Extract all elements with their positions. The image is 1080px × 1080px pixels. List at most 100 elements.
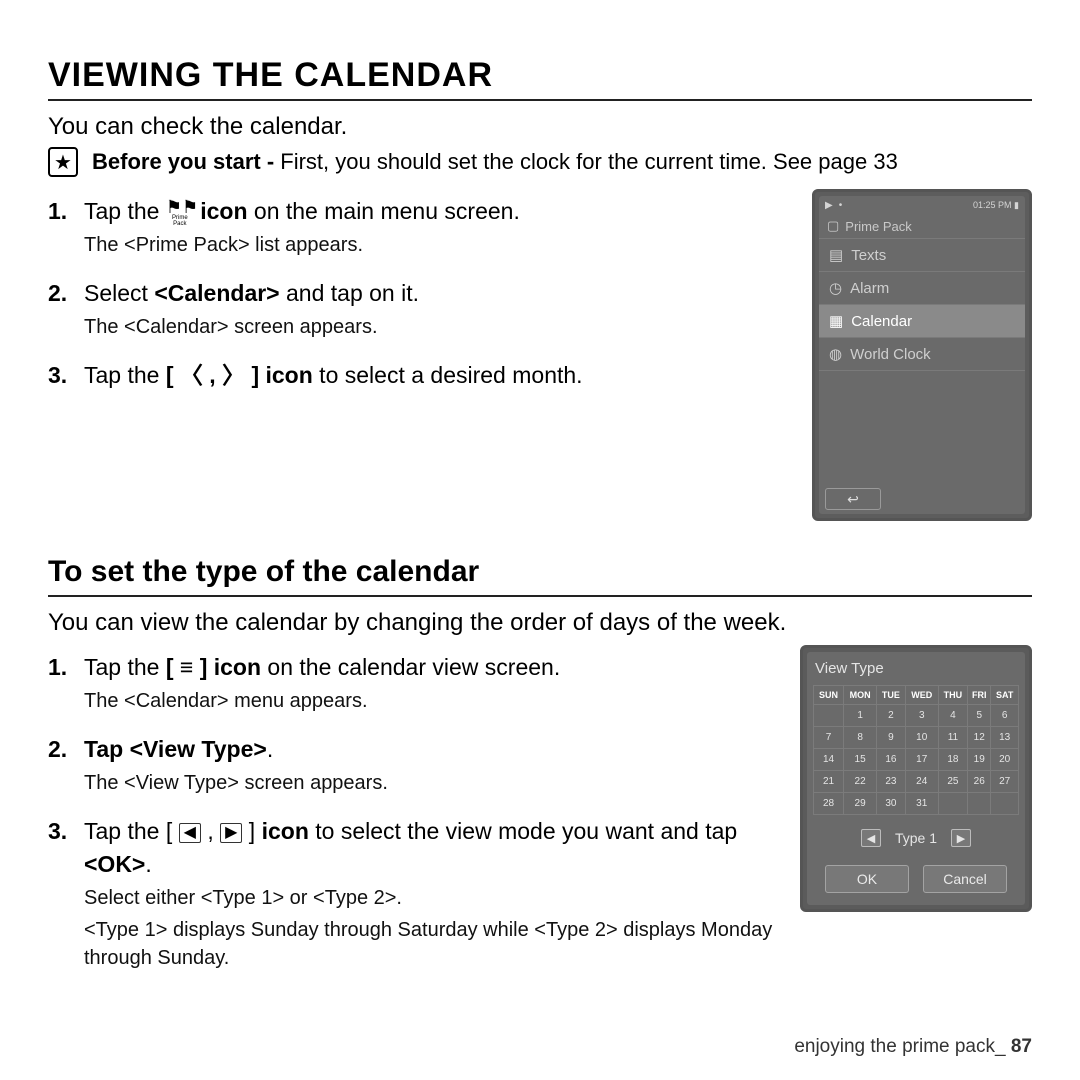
calendar-cell: 13: [991, 727, 1019, 749]
calendar-cell: 14: [814, 749, 844, 771]
status-bar: ▶• 01:25 PM ▮: [819, 196, 1025, 214]
s23-bracket-post: ]: [242, 818, 261, 844]
calendar-cell: 19: [968, 749, 991, 771]
before-you-start: Before you start - First, you should set…: [92, 147, 898, 177]
dow: THU: [938, 686, 967, 705]
list-item-texts[interactable]: ▤ Texts: [819, 239, 1025, 272]
calendar-cell: 31: [905, 793, 938, 815]
step2-text-b: and tap on it.: [280, 280, 419, 306]
step1-text-a: Tap the: [84, 198, 166, 224]
calendar-cell: [968, 793, 991, 815]
calendar-cell: 20: [991, 749, 1019, 771]
calendar-cell: 5: [968, 705, 991, 727]
type-prev-button[interactable]: ◀: [861, 829, 881, 847]
dow: SAT: [991, 686, 1019, 705]
prime-pack-icon: ⚑⚑ Prime Pack: [166, 199, 194, 227]
list-item-calendar[interactable]: ▦Calendar: [819, 305, 1025, 338]
back-icon: ↩: [847, 491, 859, 508]
dow: MON: [844, 686, 877, 705]
step-2: Select <Calendar> and tap on it. The <Ca…: [48, 277, 788, 341]
s23-f: .: [145, 851, 151, 877]
step1-sub: The <Prime Pack> list appears.: [84, 231, 788, 259]
intro2-text: You can view the calendar by changing th…: [48, 609, 1032, 637]
s23-ok: <OK>: [84, 851, 145, 877]
view-type-title: View Type: [813, 658, 1019, 685]
calendar-cell: 11: [938, 727, 967, 749]
calendar-cell: 23: [877, 771, 906, 793]
device-view-type: View Type SUN MON TUE WED THU FRI SAT 12…: [800, 645, 1032, 912]
calendar-cell: 17: [905, 749, 938, 771]
calendar-cell: [991, 793, 1019, 815]
page-title: VIEWING THE CALENDAR: [48, 56, 1032, 95]
item-label: Alarm: [850, 280, 889, 297]
s23-bracket-pre: [: [166, 818, 179, 844]
calendar-cell: 30: [877, 793, 906, 815]
calendar-grid: SUN MON TUE WED THU FRI SAT 123456789101…: [813, 685, 1019, 815]
divider: [48, 99, 1032, 101]
device-prime-pack: ▶• 01:25 PM ▮ ▢ Prime Pack ▤Texts ◷Alarm…: [812, 189, 1032, 521]
calendar-cell: 7: [814, 727, 844, 749]
s22-a: Tap: [84, 736, 130, 762]
calendar-cell: 10: [905, 727, 938, 749]
calendar-cell: 21: [814, 771, 844, 793]
calendar-cell: 18: [938, 749, 967, 771]
dow: TUE: [877, 686, 906, 705]
calendar-cell: 3: [905, 705, 938, 727]
calendar-cell: 26: [968, 771, 991, 793]
calendar-cell: 24: [905, 771, 938, 793]
steps-section-2: Tap the [ ≡ ] icon on the calendar view …: [48, 651, 776, 972]
type-label: Type 1: [895, 830, 937, 846]
step2-text-a: Select: [84, 280, 154, 306]
section-title: To set the type of the calendar: [48, 555, 1032, 589]
right-arrow-icon: ▶: [220, 823, 242, 843]
calendar-cell: 25: [938, 771, 967, 793]
s22-sub: The <View Type> screen appears.: [84, 769, 776, 797]
page-footer: enjoying the prime pack_ 87: [794, 1036, 1032, 1058]
s21-b: [ ≡ ] icon: [166, 654, 261, 680]
type-selector: ◀ Type 1 ▶: [813, 815, 1019, 859]
step2-sub: The <Calendar> screen appears.: [84, 313, 788, 341]
step3-text-a: Tap the: [84, 362, 166, 388]
calendar-cell: 27: [991, 771, 1019, 793]
list-item-world-clock[interactable]: ◍World Clock: [819, 338, 1025, 371]
before-lead: Before you start -: [92, 149, 274, 174]
step2-bold: <Calendar>: [154, 280, 279, 306]
chevron-right-icon: ▶: [957, 832, 965, 845]
calendar-cell: 2: [877, 705, 906, 727]
back-button[interactable]: ↩: [825, 488, 881, 510]
step3-bold: [ 〈 , 〉 ] icon: [166, 362, 313, 388]
calendar-cell: 1: [844, 705, 877, 727]
before-body: First, you should set the clock for the …: [274, 149, 898, 174]
dow: FRI: [968, 686, 991, 705]
calendar-cell: 9: [877, 727, 906, 749]
clock-icon: ◷: [829, 279, 842, 297]
step-1: Tap the ⚑⚑ Prime Pack icon on the main m…: [48, 195, 788, 259]
chevron-left-icon: ◀: [867, 832, 875, 845]
s21-c: on the calendar view screen.: [261, 654, 560, 680]
step1-text-b: on the main menu screen.: [248, 198, 520, 224]
prime-pack-list: ▤ Texts ◷ Alarm ▦Calendar ◍World Clock: [819, 239, 1025, 484]
s23-sub1: Select either <Type 1> or <Type 2>.: [84, 884, 776, 912]
note-star-icon: ★: [48, 147, 78, 177]
s23-d: to select the view mode you want and tap: [309, 818, 737, 844]
item-label: Texts: [851, 247, 886, 264]
calendar-cell: 28: [814, 793, 844, 815]
cancel-button[interactable]: Cancel: [923, 865, 1007, 893]
calendar-cell: [814, 705, 844, 727]
s23-a: Tap the: [84, 818, 166, 844]
s23-iconword: icon: [262, 818, 309, 844]
dot-icon: •: [839, 200, 843, 211]
footer-chapter: enjoying the prime pack_: [794, 1036, 1005, 1057]
step1-icon-word: icon: [200, 198, 247, 224]
calendar-icon: ▦: [829, 312, 843, 330]
type-next-button[interactable]: ▶: [951, 829, 971, 847]
calendar-cell: 22: [844, 771, 877, 793]
list-item-alarm[interactable]: ◷ Alarm: [819, 272, 1025, 305]
gift-header-icon: ▢: [827, 218, 839, 234]
s21-a: Tap the: [84, 654, 166, 680]
step2-2: Tap <View Type>. The <View Type> screen …: [48, 733, 776, 797]
calendar-cell: 29: [844, 793, 877, 815]
ok-button[interactable]: OK: [825, 865, 909, 893]
doc-icon: ▤: [829, 246, 843, 264]
steps-section-1: Tap the ⚑⚑ Prime Pack icon on the main m…: [48, 195, 788, 392]
